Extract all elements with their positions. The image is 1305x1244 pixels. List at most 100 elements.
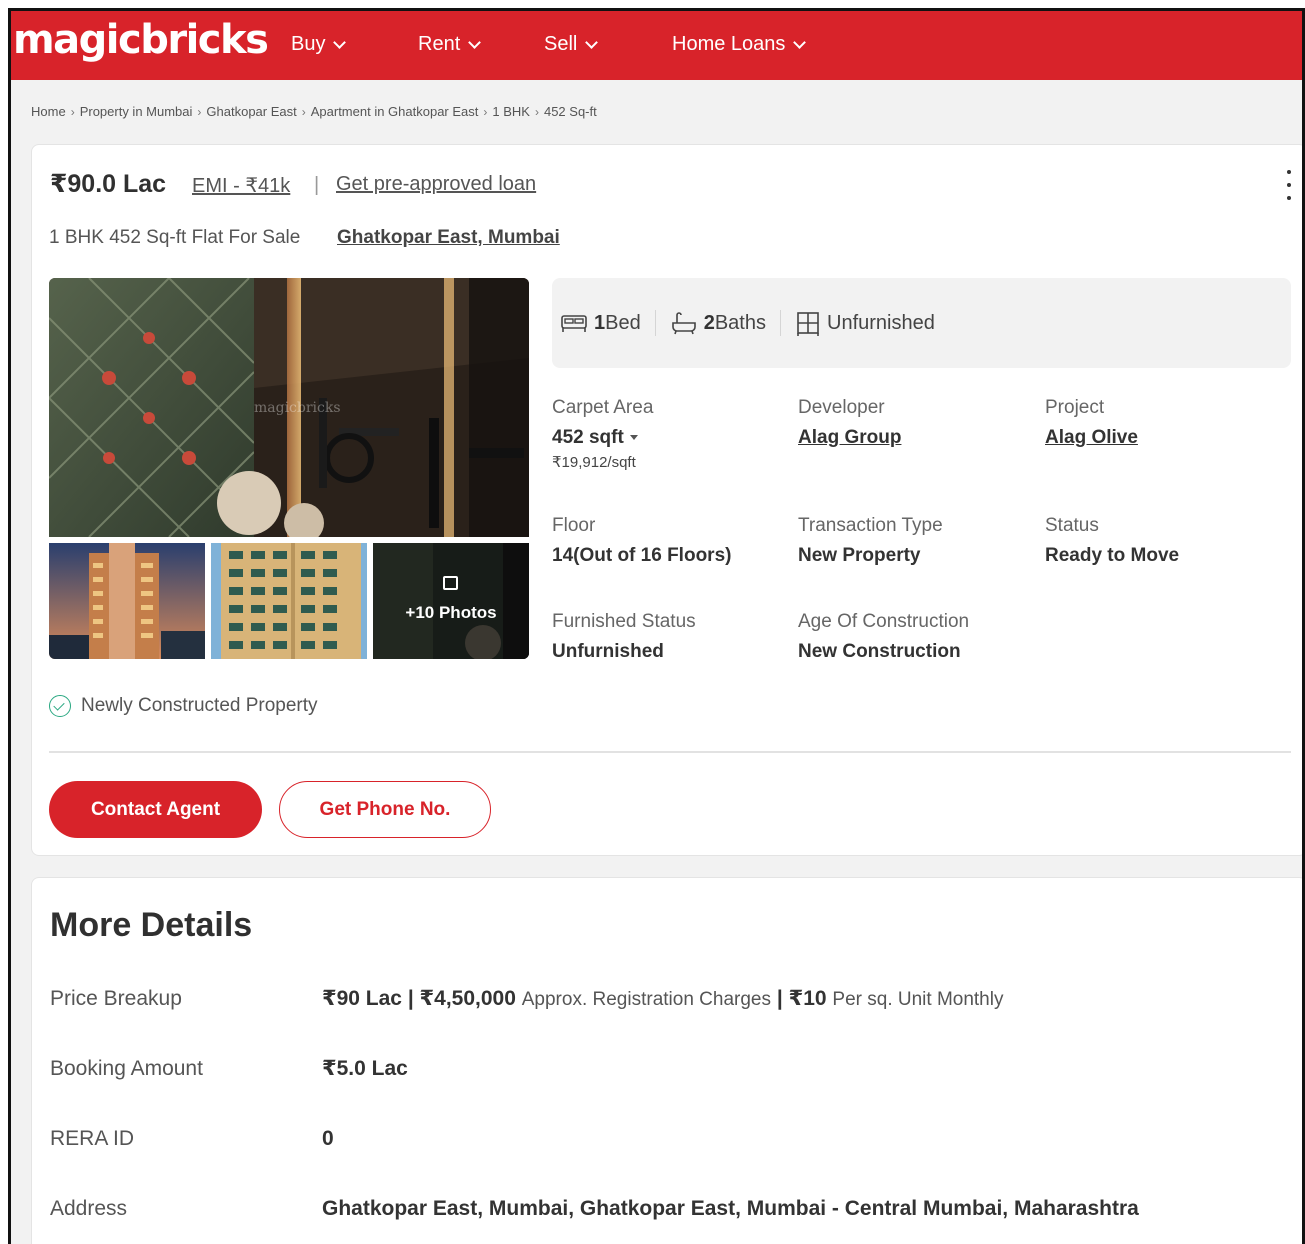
chevron-right-icon: › bbox=[534, 104, 539, 119]
nav-buy-label: Buy bbox=[291, 33, 326, 55]
rera-id-label: RERA ID bbox=[50, 1127, 135, 1150]
bed-icon bbox=[561, 315, 587, 332]
chevron-right-icon: › bbox=[301, 104, 306, 119]
project-link[interactable]: Alag Olive bbox=[1045, 427, 1138, 449]
age-of-construction-label: Age Of Construction bbox=[798, 611, 970, 632]
rera-id-row: RERA ID 0 bbox=[50, 1127, 1290, 1151]
contact-agent-button[interactable]: Contact Agent bbox=[49, 781, 262, 838]
svg-text:magicbricks: magicbricks bbox=[254, 400, 341, 416]
project-label: Project bbox=[1045, 397, 1105, 418]
chevron-down-icon bbox=[468, 35, 482, 49]
newly-constructed-badge: Newly Constructed Property bbox=[49, 695, 318, 717]
thumbnail-photo-1[interactable] bbox=[49, 543, 205, 659]
price-separator: | bbox=[314, 174, 320, 196]
floor-value: 14(Out of 16 Floors) bbox=[552, 545, 732, 566]
chevron-right-icon: › bbox=[70, 104, 75, 119]
pre-approved-loan-link[interactable]: Get pre-approved loan bbox=[336, 173, 536, 196]
newly-constructed-label: Newly Constructed Property bbox=[81, 695, 318, 716]
address-label: Address bbox=[50, 1197, 128, 1220]
chevron-down-icon bbox=[333, 35, 347, 49]
status-field: Status Ready to Move bbox=[1045, 515, 1179, 567]
divider bbox=[780, 310, 781, 336]
price-breakup-value: ₹90 Lac | ₹4,50,000 bbox=[322, 987, 516, 1010]
furnished-status-label: Furnished Status bbox=[552, 611, 696, 632]
nav-sell-label: Sell bbox=[544, 33, 578, 55]
transaction-type-value: New Property bbox=[798, 545, 921, 566]
more-photos-label: +10 Photos bbox=[405, 603, 497, 622]
rera-id-value: 0 bbox=[322, 1127, 334, 1150]
breadcrumb: Home › Property in Mumbai › Ghatkopar East… bbox=[31, 104, 597, 119]
bed-count: 1 bbox=[594, 311, 606, 334]
check-circle-icon bbox=[49, 695, 71, 717]
floor-label: Floor bbox=[552, 515, 596, 536]
magicbricks-logo[interactable]: magicbricks bbox=[13, 17, 269, 63]
thumbnail-photo-2[interactable] bbox=[211, 543, 367, 659]
price-breakup-label: Price Breakup bbox=[50, 986, 182, 1010]
age-of-construction-field: Age Of Construction New Construction bbox=[798, 611, 969, 663]
breadcrumb-area: 452 Sq-ft bbox=[543, 104, 597, 119]
property-price: ₹90.0 Lac bbox=[50, 170, 167, 198]
property-subtitle: 1 BHK 452 Sq-ft Flat For Sale bbox=[49, 227, 301, 248]
nav-rent[interactable]: Rent bbox=[418, 33, 482, 56]
address-row: Address Ghatkopar East, Mumbai, Ghatkopa… bbox=[50, 1197, 1290, 1221]
amenity-bed: 1Bed bbox=[560, 312, 655, 335]
price-breakup-separator: | bbox=[776, 987, 783, 1010]
breadcrumb-home[interactable]: Home bbox=[31, 104, 66, 119]
project-field: Project Alag Olive bbox=[1045, 397, 1138, 449]
chevron-right-icon: › bbox=[197, 104, 202, 119]
main-property-photo[interactable]: magicbricks bbox=[49, 278, 529, 537]
registration-charges-label: Approx. Registration Charges bbox=[521, 989, 771, 1010]
carpet-area-label: Carpet Area bbox=[552, 397, 654, 418]
nav-buy[interactable]: Buy bbox=[291, 33, 347, 56]
more-photos-thumbnail[interactable]: +10 Photos bbox=[373, 543, 529, 659]
page-frame: magicbricks Buy Rent Sell Home Loans Hom… bbox=[8, 8, 1305, 1244]
more-details-card: More Details Price Breakup ₹90 Lac | ₹4,… bbox=[31, 877, 1302, 1244]
furnishing-label: Unfurnished bbox=[827, 311, 935, 334]
price-per-sqft: ₹19,912/sqft bbox=[552, 454, 636, 471]
gallery-icon bbox=[443, 576, 458, 590]
emi-link[interactable]: EMI - ₹41k bbox=[192, 173, 290, 198]
furniture-icon bbox=[797, 312, 819, 336]
bath-icon bbox=[671, 312, 696, 335]
more-options-icon[interactable] bbox=[1284, 170, 1294, 200]
maintenance-value: ₹10 bbox=[788, 987, 827, 1010]
breadcrumb-ghatkopar-east[interactable]: Ghatkopar East bbox=[206, 104, 296, 119]
chevron-down-icon bbox=[793, 35, 807, 49]
transaction-type-label: Transaction Type bbox=[798, 515, 943, 536]
breadcrumb-apartment[interactable]: Apartment in Ghatkopar East bbox=[311, 104, 479, 119]
nav-sell[interactable]: Sell bbox=[544, 33, 599, 56]
divider bbox=[654, 310, 656, 336]
unit-dropdown-icon[interactable] bbox=[629, 435, 638, 441]
property-location-link[interactable]: Ghatkopar East, Mumbai bbox=[337, 227, 560, 249]
chevron-down-icon bbox=[585, 35, 599, 49]
booking-amount-value: ₹5.0 Lac bbox=[322, 1057, 408, 1080]
carpet-area-field: Carpet Area 452 sqft ₹19,912/sqft bbox=[552, 397, 653, 471]
breadcrumb-property-in-mumbai[interactable]: Property in Mumbai bbox=[80, 104, 193, 119]
bath-count: 2 bbox=[703, 311, 715, 334]
chevron-right-icon: › bbox=[483, 104, 488, 119]
breadcrumb-bhk[interactable]: 1 BHK bbox=[492, 104, 530, 119]
furnished-status-value: Unfurnished bbox=[552, 641, 664, 662]
carpet-area-value: 452 sqft bbox=[552, 427, 624, 448]
maintenance-unit: Per sq. Unit Monthly bbox=[832, 989, 1004, 1010]
status-label: Status bbox=[1045, 515, 1099, 536]
more-details-title: More Details bbox=[50, 906, 253, 944]
transaction-type-field: Transaction Type New Property bbox=[798, 515, 943, 567]
developer-field: Developer Alag Group bbox=[798, 397, 901, 449]
floor-field: Floor 14(Out of 16 Floors) bbox=[552, 515, 731, 567]
get-phone-number-button[interactable]: Get Phone No. bbox=[279, 781, 491, 838]
amenities-bar: 1Bed 2Baths Unfurnished bbox=[552, 278, 1291, 368]
bath-label: Baths bbox=[714, 311, 766, 334]
top-navigation-bar: magicbricks Buy Rent Sell Home Loans bbox=[11, 11, 1302, 80]
nav-home-loans-label: Home Loans bbox=[672, 33, 786, 55]
amenity-baths: 2Baths bbox=[670, 311, 780, 335]
nav-rent-label: Rent bbox=[418, 33, 461, 55]
developer-label: Developer bbox=[798, 397, 885, 418]
nav-home-loans[interactable]: Home Loans bbox=[672, 33, 807, 56]
divider bbox=[49, 751, 1291, 753]
developer-link[interactable]: Alag Group bbox=[798, 427, 901, 449]
property-summary-card: ₹90.0 Lac EMI - ₹41k | Get pre-approved … bbox=[31, 144, 1302, 856]
booking-amount-row: Booking Amount ₹5.0 Lac bbox=[50, 1056, 1290, 1081]
bed-label: Bed bbox=[605, 311, 641, 334]
amenity-furnishing: Unfurnished bbox=[795, 310, 949, 336]
